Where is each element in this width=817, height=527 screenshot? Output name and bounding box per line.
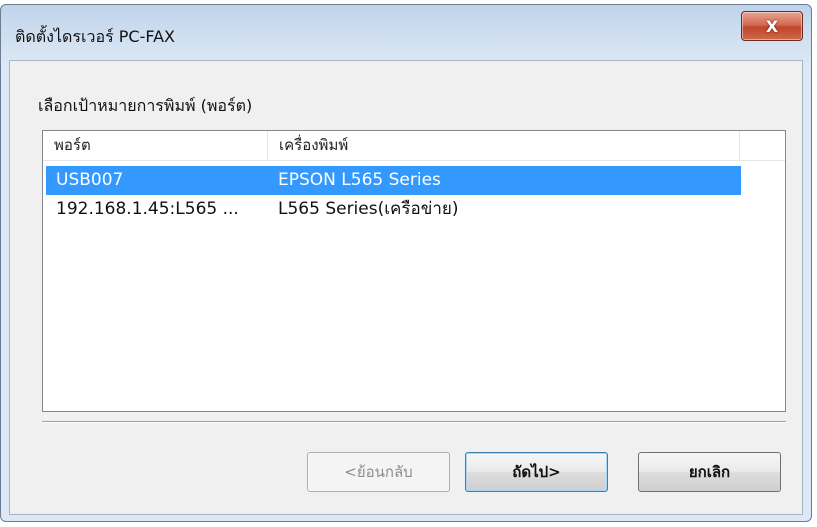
list-header: พอร์ต เครื่องพิมพ์ bbox=[43, 131, 785, 161]
dialog-content: เลือกเป้าหมายการพิมพ์ (พอร์ต) พอร์ต เครื… bbox=[9, 60, 803, 515]
column-header-printer[interactable]: เครื่องพิมพ์ bbox=[268, 131, 740, 160]
row-printer: L565 Series(เครือข่าย) bbox=[278, 199, 459, 219]
cancel-button[interactable]: ยกเลิก bbox=[638, 452, 781, 492]
back-button[interactable]: <ย้อนกลับ bbox=[307, 452, 450, 492]
row-port: 192.168.1.45:L565 ... bbox=[56, 199, 239, 219]
close-icon: X bbox=[765, 16, 779, 36]
column-header-port[interactable]: พอร์ต bbox=[43, 131, 268, 160]
target-label: เลือกเป้าหมายการพิมพ์ (พอร์ต) bbox=[38, 96, 253, 115]
window-title: ติดตั้งไดรเวอร์ PC-FAX bbox=[15, 27, 175, 46]
separator-line bbox=[42, 421, 786, 423]
dialog-window: ติดตั้งไดรเวอร์ PC-FAX X เลือกเป้าหมายกา… bbox=[0, 4, 812, 522]
list-row-network[interactable]: 192.168.1.45:L565 ... L565 Series(เครือข… bbox=[46, 195, 741, 224]
row-printer: EPSON L565 Series bbox=[278, 170, 441, 190]
list-row-usb007[interactable]: USB007 EPSON L565 Series bbox=[46, 166, 741, 195]
row-port: USB007 bbox=[56, 170, 124, 190]
close-button[interactable]: X bbox=[741, 11, 803, 41]
next-button[interactable]: ถัดไป> bbox=[465, 452, 608, 492]
port-list[interactable]: พอร์ต เครื่องพิมพ์ USB007 EPSON L565 Ser… bbox=[42, 130, 786, 412]
